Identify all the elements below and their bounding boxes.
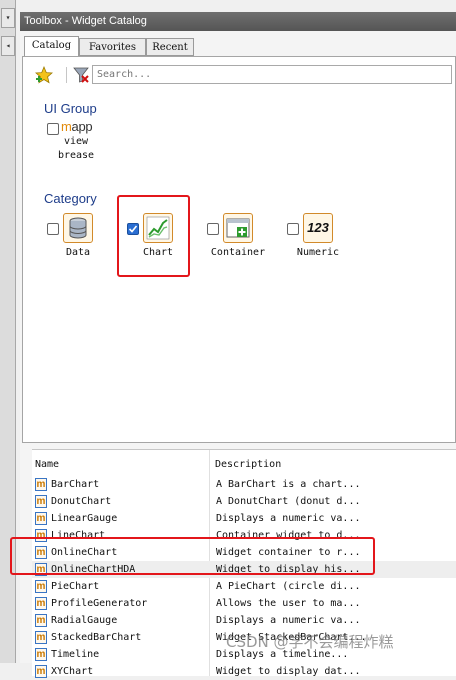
list-item-name: RadialGauge xyxy=(51,615,118,626)
list-item[interactable]: m OnlineChartHDA Widget to display his... xyxy=(32,561,456,578)
list-item-description: A DonutChart (donut d... xyxy=(216,496,361,507)
container-add-icon xyxy=(223,213,253,243)
list-item-name: LineChart xyxy=(51,530,106,541)
list-item[interactable]: m LineChart Container widget to d... xyxy=(32,527,456,544)
dock-dropdown-icon[interactable]: ▾ xyxy=(1,8,15,28)
mappview-label: view brease xyxy=(57,136,95,161)
category-title: Category xyxy=(44,191,97,206)
toolbox-window: Toolbox - Widget Catalog Catalog Favorit… xyxy=(10,12,456,678)
list-item-name: BarChart xyxy=(51,479,100,490)
numeric-123-icon: 123 xyxy=(303,213,333,243)
favorite-star-icon[interactable] xyxy=(35,65,53,84)
category-item-numeric[interactable]: 123 Numeric xyxy=(287,213,359,273)
list-item-name: ProfileGenerator xyxy=(51,598,148,609)
ui-group-title: UI Group xyxy=(44,101,97,116)
list-item-description: A BarChart is a chart... xyxy=(216,479,361,490)
data-label: Data xyxy=(65,247,91,258)
list-item[interactable]: m ProfileGenerator Allows the user to ma..… xyxy=(32,595,456,612)
widget-m-icon: m xyxy=(35,580,47,593)
widget-m-icon: m xyxy=(35,563,47,576)
mapp-logo: mapp xyxy=(61,119,93,134)
list-item-description: Container widget to d... xyxy=(216,530,361,541)
widget-m-icon: m xyxy=(35,529,47,542)
list-item-name: PieChart xyxy=(51,581,100,592)
tab-recent[interactable]: Recent xyxy=(146,38,194,56)
list-header: Name Description xyxy=(32,456,456,474)
list-item-description: Widget to display dat... xyxy=(216,666,361,677)
list-item-description: Widget to display his... xyxy=(216,564,361,575)
widget-m-icon: m xyxy=(35,665,47,678)
category-item-container[interactable]: Container xyxy=(207,213,279,273)
container-checkbox[interactable] xyxy=(207,223,219,235)
widget-m-icon: m xyxy=(35,478,47,491)
list-item[interactable]: m BarChart A BarChart is a chart... xyxy=(32,476,456,493)
database-icon xyxy=(63,213,93,243)
toolbar-separator xyxy=(66,67,67,83)
dock-collapse-icon[interactable]: ◂ xyxy=(1,36,15,56)
chart-label: Chart xyxy=(142,247,174,258)
category-item-data[interactable]: Data xyxy=(47,213,119,273)
category-item-chart[interactable]: Chart xyxy=(127,213,199,273)
widget-m-icon: m xyxy=(35,631,47,644)
list-item-description: A PieChart (circle di... xyxy=(216,581,361,592)
list-item-description: Widget container to r... xyxy=(216,547,361,558)
widget-m-icon: m xyxy=(35,614,47,627)
filter-clear-icon[interactable] xyxy=(72,66,90,84)
widget-m-icon: m xyxy=(35,597,47,610)
widget-m-icon: m xyxy=(35,495,47,508)
catalog-toolbar xyxy=(25,65,453,85)
left-dock-strip: ▾ ◂ xyxy=(0,0,16,663)
list-item-name: StackedBarChart xyxy=(51,632,142,643)
mappview-checkbox[interactable] xyxy=(47,123,59,135)
numeric-checkbox[interactable] xyxy=(287,223,299,235)
watermark: CSDN @学不会编程炸糕 xyxy=(226,633,394,651)
numeric-label: Numeric xyxy=(296,247,340,258)
window-title: Toolbox - Widget Catalog xyxy=(20,12,456,31)
list-item[interactable]: m PieChart A PieChart (circle di... xyxy=(32,578,456,595)
chart-icon xyxy=(143,213,173,243)
search-input[interactable] xyxy=(93,66,451,83)
widget-m-icon: m xyxy=(35,648,47,661)
search-field[interactable] xyxy=(92,65,452,84)
list-item-name: Timeline xyxy=(51,649,100,660)
list-item[interactable]: m OnlineChart Widget container to r... xyxy=(32,544,456,561)
list-item-name: LinearGauge xyxy=(51,513,118,524)
list-item-description: Allows the user to ma... xyxy=(216,598,361,609)
list-item[interactable]: m LinearGauge Displays a numeric va... xyxy=(32,510,456,527)
container-label: Container xyxy=(210,247,266,258)
tab-catalog[interactable]: Catalog xyxy=(24,36,79,56)
list-item-description: Displays a numeric va... xyxy=(216,615,361,626)
tab-favorites[interactable]: Favorites xyxy=(79,38,146,56)
list-item-name: DonutChart xyxy=(51,496,112,507)
widget-m-icon: m xyxy=(35,512,47,525)
list-item[interactable]: m DonutChart A DonutChart (donut d... xyxy=(32,493,456,510)
list-item-name: XYChart xyxy=(51,666,94,677)
ui-group-item-mappview[interactable]: mapp view brease xyxy=(47,119,107,169)
list-item[interactable]: m RadialGauge Displays a numeric va... xyxy=(32,612,456,629)
widget-m-icon: m xyxy=(35,546,47,559)
catalog-panel: UI Group mapp view brease Category Data xyxy=(22,56,456,443)
data-checkbox[interactable] xyxy=(47,223,59,235)
list-item-description: Displays a numeric va... xyxy=(216,513,361,524)
list-item-name: OnlineChart xyxy=(51,547,118,558)
column-header-description[interactable]: Description xyxy=(212,456,452,474)
chart-checkbox[interactable] xyxy=(127,223,139,235)
list-item[interactable]: m XYChart Widget to display dat... xyxy=(32,663,456,680)
column-header-name[interactable]: Name xyxy=(32,456,209,474)
list-item-name: OnlineChartHDA xyxy=(51,564,136,575)
